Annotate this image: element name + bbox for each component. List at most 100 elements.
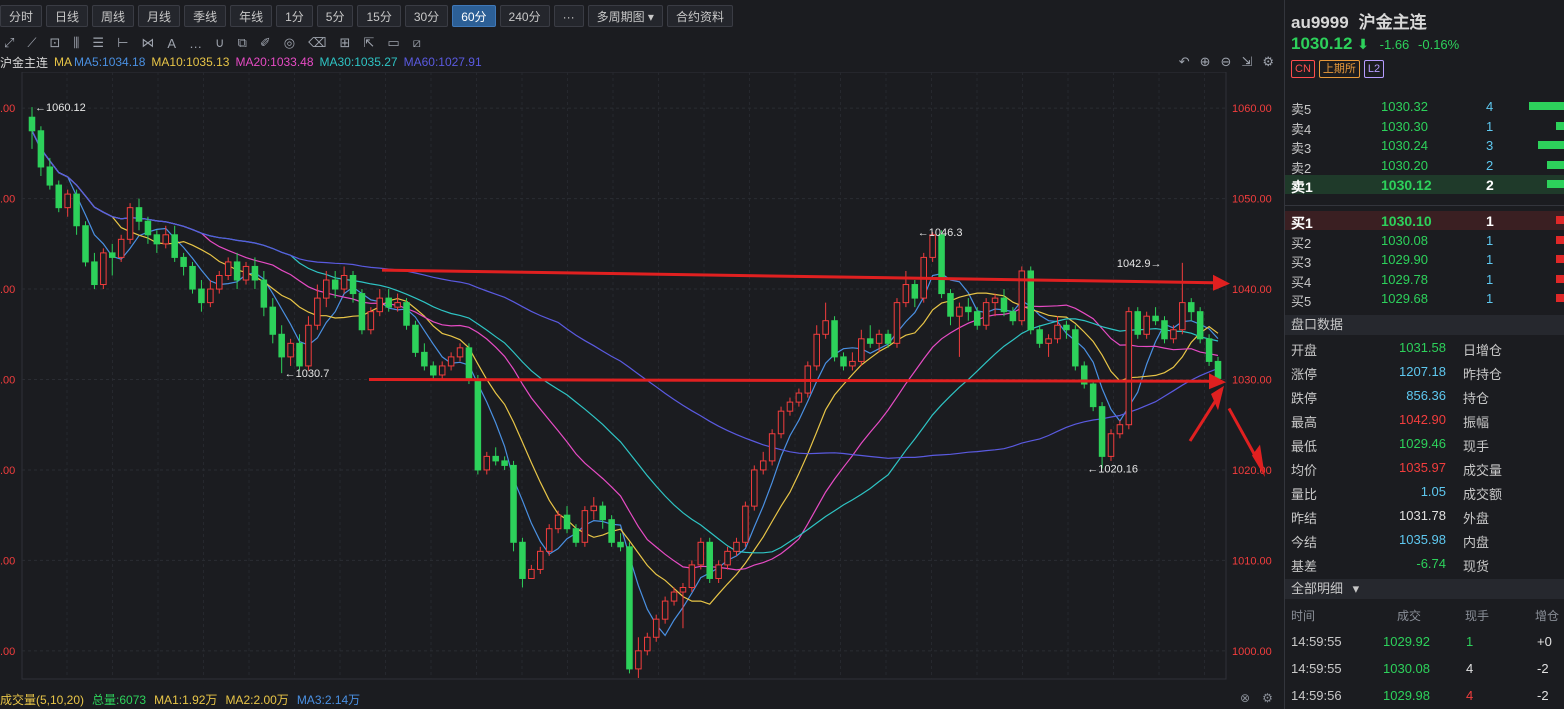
candle-body: [269, 306, 277, 335]
zoom-in-icon[interactable]: ⊕: [1200, 54, 1211, 70]
book-divider: [1285, 205, 1564, 206]
ask-row[interactable]: 卖1 1030.12 2: [1285, 175, 1564, 195]
level-price: 1029.68: [1381, 291, 1428, 306]
ask-row[interactable]: 卖5 1030.32 4: [1285, 97, 1564, 117]
kline-chart[interactable]: 1060.00 .00 1050.00 .00 1040.00 .00 1030.00 .00…: [0, 72, 1284, 687]
period-button[interactable]: 30分: [404, 5, 449, 27]
range-icon[interactable]: ⊢: [117, 35, 128, 51]
period-button[interactable]: 周线: [92, 5, 135, 27]
period-button[interactable]: 240分: [499, 5, 550, 27]
bid-row[interactable]: 买3 1029.90 1: [1285, 250, 1564, 270]
period-button[interactable]: 60分: [452, 5, 496, 27]
candle-body: [1036, 329, 1043, 344]
candle-body: [1196, 311, 1204, 340]
level-depth-bar: [1556, 294, 1564, 302]
level-depth-bar: [1547, 160, 1564, 169]
copy-icon[interactable]: ⧉: [238, 35, 247, 51]
level-price: 1030.30: [1381, 118, 1428, 134]
level-price: 1030.20: [1381, 157, 1428, 173]
candle-body: [893, 302, 901, 344]
period-button[interactable]: 年线: [230, 5, 273, 27]
candle-body: [902, 284, 910, 304]
tag-l2[interactable]: L2: [1363, 60, 1385, 78]
candle-body: [1009, 311, 1017, 322]
price-change-pct: -0.16%: [1418, 37, 1460, 52]
comment-icon[interactable]: ▭: [387, 35, 399, 51]
period-button[interactable]: 合约资料: [666, 5, 733, 27]
candle-body: [572, 528, 580, 543]
candle-body: [82, 225, 89, 263]
y-tick-label-left: .00: [0, 284, 15, 296]
settings-icon[interactable]: ⚙: [1262, 691, 1273, 705]
candle-body: [1054, 324, 1061, 340]
level-depth-bar: [1547, 180, 1564, 188]
price-annotation: ←1030.7: [285, 368, 330, 380]
candle-body: [866, 338, 874, 344]
period-button[interactable]: ···: [553, 5, 584, 27]
trade-price: 1029.92: [1383, 634, 1430, 649]
period-button[interactable]: 季线: [184, 5, 227, 27]
bid-row[interactable]: 买1 1030.10 1: [1285, 211, 1564, 231]
pattern-icon[interactable]: ⋈: [141, 35, 154, 51]
y-tick-label: 1050.00: [1232, 194, 1272, 206]
candle-body: [483, 455, 491, 471]
ask-row[interactable]: 卖3 1030.24 3: [1285, 136, 1564, 156]
period-button[interactable]: 分时: [0, 5, 43, 27]
eye-icon[interactable]: ◎: [284, 35, 295, 51]
export-chart-icon[interactable]: ⇲: [1241, 54, 1252, 70]
plot-frame: [21, 72, 1227, 680]
level-label: 卖4: [1291, 121, 1312, 137]
ask-row[interactable]: 卖4 1030.30 1: [1285, 117, 1564, 137]
symbol-name: 沪金主连: [1358, 13, 1427, 32]
candle-body: [1152, 315, 1159, 322]
ask-row[interactable]: 卖2 1030.20 2: [1285, 156, 1564, 176]
trendline-icon[interactable]: ⤢: [4, 35, 14, 51]
ray-icon[interactable]: ⟋: [27, 35, 36, 51]
bid-row[interactable]: 买2 1030.08 1: [1285, 231, 1564, 251]
candle-body: [813, 333, 820, 367]
ruler-icon[interactable]: ⧄: [413, 35, 421, 51]
magnet-icon[interactable]: ∪: [215, 35, 225, 51]
y-tick-label: 1020.00: [1232, 465, 1272, 477]
level-price: 1030.08: [1381, 232, 1428, 248]
undo-icon[interactable]: ↶: [1179, 54, 1190, 70]
zoom-out-icon[interactable]: ⊖: [1221, 54, 1232, 70]
bid-row[interactable]: 买5 1029.68 1: [1285, 289, 1564, 309]
trash-icon[interactable]: ⌫: [308, 35, 326, 51]
period-button[interactable]: 15分: [357, 5, 401, 27]
section-trades-header[interactable]: 全部明细 ▾: [1285, 579, 1564, 599]
eraser-icon[interactable]: ✐: [260, 35, 271, 51]
vol-ma3: MA3:2.14万: [296, 692, 361, 707]
candle-body: [822, 320, 829, 335]
period-button[interactable]: 1分: [276, 5, 313, 27]
more-icon[interactable]: …: [189, 36, 202, 51]
stat-label-2: 内盘: [1463, 535, 1490, 550]
period-button[interactable]: 月线: [138, 5, 181, 27]
ma30-value: MA30:1035.27: [319, 55, 398, 69]
candle-body: [305, 324, 312, 367]
candle-body: [519, 541, 526, 579]
candle-body: [1205, 338, 1213, 362]
period-button[interactable]: 多周期图: [587, 5, 663, 27]
trade-header: 增仓: [1535, 609, 1560, 623]
fork-icon[interactable]: ⫼: [73, 35, 79, 51]
text-icon[interactable]: A: [167, 36, 176, 51]
level-price: 1030.32: [1381, 99, 1428, 114]
ma-legend: 沪金主连 MA MA5:1034.18 MA10:1035.13 MA20:10…: [0, 54, 488, 70]
stat-label: 今结: [1291, 535, 1318, 550]
level-qty: 1: [1486, 252, 1494, 267]
export-icon[interactable]: ⇱: [363, 35, 374, 51]
candle-body: [608, 519, 615, 543]
candle-body: [1116, 424, 1124, 435]
period-button[interactable]: 日线: [46, 5, 89, 27]
fib-icon[interactable]: ☰: [92, 35, 104, 51]
y-tick-label-left: .00: [0, 465, 15, 477]
close-icon[interactable]: ⊗: [1240, 691, 1250, 705]
settings-icon[interactable]: ⚙: [1262, 54, 1274, 70]
stat-label: 最高: [1291, 415, 1318, 430]
crop-icon[interactable]: ⊡: [50, 35, 61, 51]
group-icon[interactable]: ⊞: [340, 35, 351, 51]
period-button[interactable]: 5分: [316, 5, 354, 27]
bid-row[interactable]: 买4 1029.78 1: [1285, 270, 1564, 290]
candle-body: [849, 360, 856, 367]
